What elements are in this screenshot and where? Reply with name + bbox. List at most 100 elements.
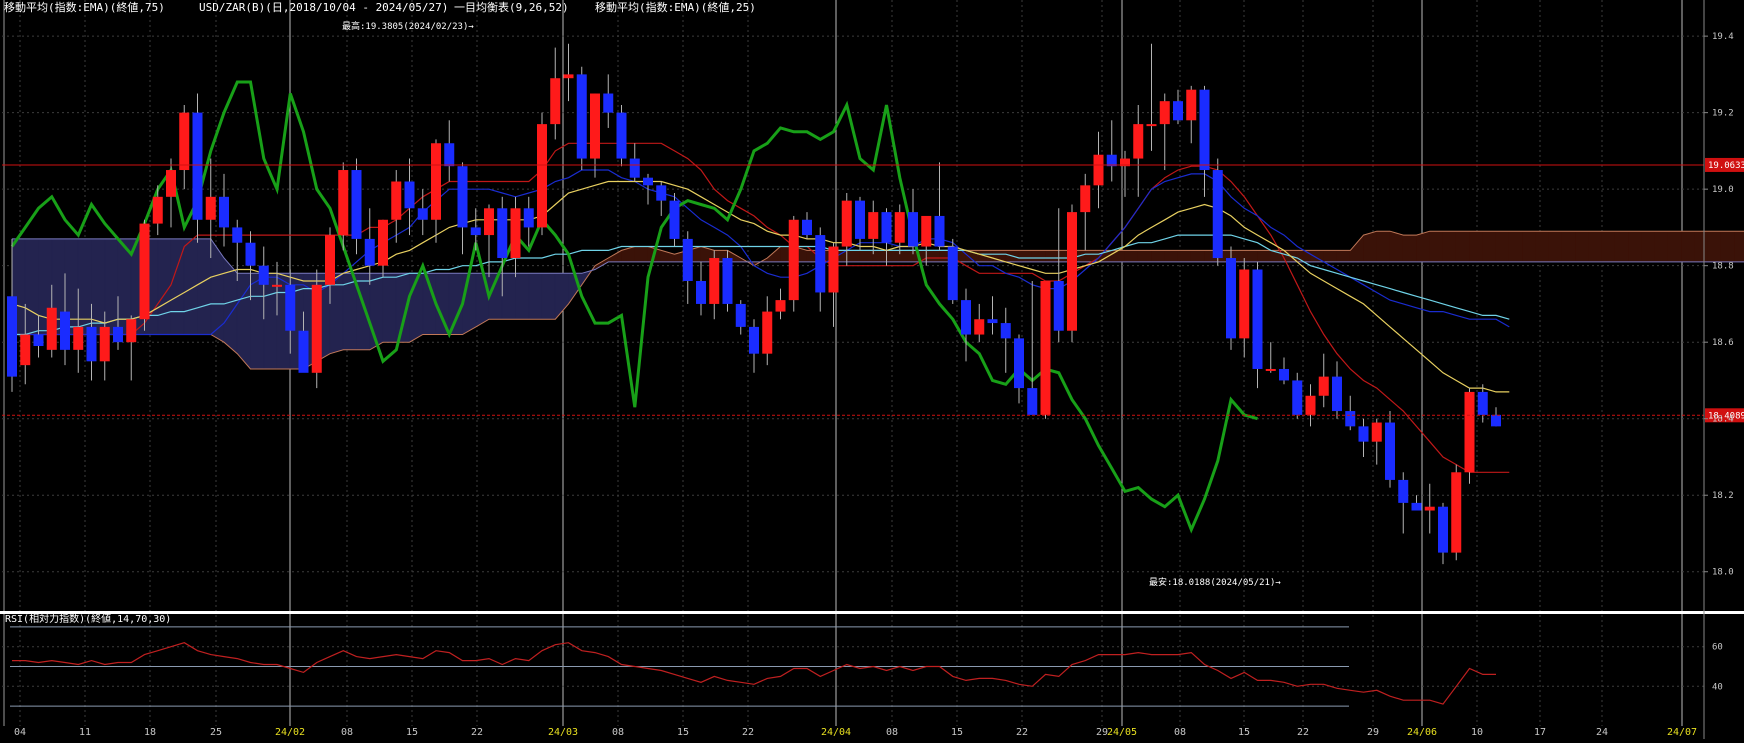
candle-body — [100, 327, 110, 361]
candle-body — [1372, 423, 1382, 442]
candle-body — [365, 239, 375, 266]
cloud-segment — [1576, 231, 1589, 262]
candle-body — [1332, 377, 1342, 411]
candle-body — [299, 331, 309, 373]
candle-body — [1279, 369, 1289, 380]
cloud-segment — [1523, 231, 1536, 262]
cloud-segment — [926, 250, 939, 261]
candle-body — [882, 212, 892, 243]
candle-body — [1253, 270, 1263, 369]
cloud-segment — [1629, 231, 1642, 262]
candle-body — [20, 335, 30, 366]
x-tick-label: 24 — [1596, 727, 1608, 738]
cloud-segment — [1324, 250, 1337, 261]
candle-body — [246, 243, 256, 266]
candle-body — [87, 327, 97, 361]
cloud-segment — [1297, 250, 1310, 261]
candle-body — [285, 285, 295, 331]
cloud-segment — [1483, 231, 1496, 262]
y-tick-label: 18.6 — [1712, 338, 1734, 348]
cloud-segment — [1562, 231, 1575, 262]
candle-body — [524, 208, 534, 227]
candle-body — [458, 166, 468, 227]
cloud-segment — [1695, 231, 1708, 262]
y-tick-label: 18.2 — [1712, 491, 1734, 501]
candle-body — [829, 247, 839, 293]
candle-body — [1478, 392, 1488, 415]
candle-body — [935, 216, 945, 247]
candle-body — [617, 113, 627, 159]
candle-body — [988, 319, 998, 323]
cloud-segment — [1615, 231, 1628, 262]
ichimoku-legend-label: 一目均衡表(9,26,52) — [454, 0, 569, 14]
candle-body — [391, 182, 401, 220]
cloud-segment — [1138, 250, 1151, 261]
candle-body — [564, 74, 574, 78]
candle-body — [630, 159, 640, 178]
x-tick-label: 22 — [742, 727, 754, 738]
x-tick-label: 08 — [1174, 727, 1186, 738]
candle-body — [974, 319, 984, 334]
x-tick-label: 24/07 — [1667, 727, 1697, 738]
candle-body — [855, 201, 865, 239]
candle-body — [47, 308, 57, 350]
candle-body — [1319, 377, 1329, 396]
candle-body — [749, 327, 759, 354]
candle-body — [1173, 101, 1183, 120]
low-annotation: 最安:18.0188(2024/05/21)→ — [1149, 576, 1281, 588]
panel-separator — [0, 611, 1744, 614]
candle-body — [1306, 396, 1316, 415]
candle-body — [1451, 472, 1461, 552]
x-tick-label: 08 — [612, 727, 624, 738]
candle-body — [696, 281, 706, 304]
cloud-segment — [1655, 231, 1668, 262]
y-tick-label: 19.0 — [1712, 185, 1734, 195]
candle-body — [1160, 101, 1170, 124]
cloud-segment — [1165, 250, 1178, 261]
candle-body — [378, 220, 388, 266]
symbol-legend-label: USD/ZAR(B)(日,2018/10/04 - 2024/05/27) — [199, 1, 448, 14]
candle-body — [802, 220, 812, 235]
candle-body — [140, 224, 150, 320]
candle-body — [1412, 503, 1422, 511]
cloud-segment — [476, 273, 489, 327]
candle-body — [153, 197, 163, 224]
candle-body — [193, 113, 203, 220]
candle-body — [1465, 392, 1475, 472]
cloud-segment — [1430, 231, 1443, 262]
candle-body — [405, 182, 415, 209]
candle-body — [1186, 90, 1196, 121]
candle-body — [842, 201, 852, 247]
cloud-segment — [1417, 231, 1430, 262]
cloud-segment — [1456, 231, 1469, 262]
candle-body — [166, 170, 176, 197]
candle-body — [908, 212, 918, 246]
x-tick-label: 24/06 — [1407, 727, 1437, 738]
candle-body — [590, 94, 600, 159]
x-tick-label: 22 — [1016, 727, 1028, 738]
candle-body — [670, 201, 680, 239]
x-tick-label: 29 — [1367, 727, 1379, 738]
candle-body — [537, 124, 547, 227]
candle-body — [762, 312, 772, 354]
cloud-segment — [78, 239, 91, 335]
y-tick-label: 18.0 — [1712, 568, 1734, 578]
candle-body — [643, 178, 653, 186]
candle-body — [1359, 426, 1369, 441]
candle-body — [497, 208, 507, 258]
cloud-segment — [516, 273, 529, 319]
y-tick-label: 18.8 — [1712, 262, 1734, 272]
candle-body — [603, 94, 613, 113]
x-tick-label: 24/02 — [275, 727, 305, 738]
cloud-segment — [436, 273, 449, 334]
candle-body — [1345, 411, 1355, 426]
cloud-segment — [1721, 231, 1734, 262]
candle-body — [736, 304, 746, 327]
candle-body — [444, 143, 454, 166]
cloud-segment — [502, 273, 515, 319]
cloud-segment — [1682, 231, 1695, 262]
cloud-segment — [1708, 231, 1721, 262]
candle-body — [1147, 124, 1157, 126]
candle-body — [471, 227, 481, 235]
candle-body — [709, 258, 719, 304]
